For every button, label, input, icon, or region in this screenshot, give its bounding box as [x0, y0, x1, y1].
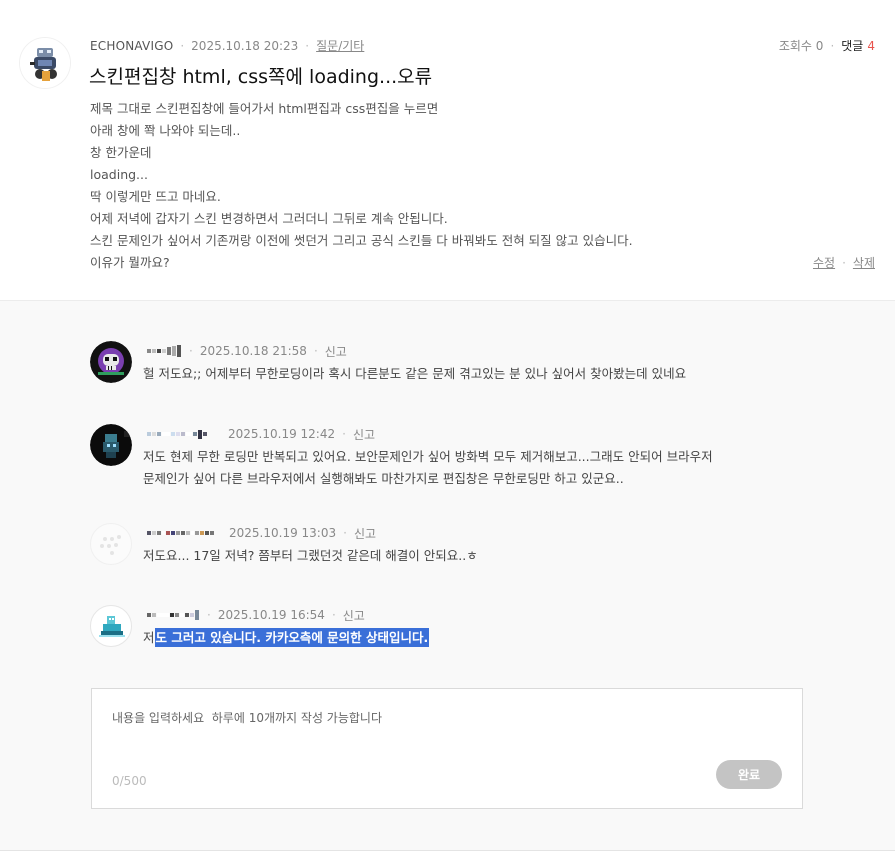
comment-meta: 2025.10.19 13:03 · 신고: [147, 525, 376, 541]
comments-label: 댓글: [841, 39, 864, 53]
comment-meta: · 2025.10.19 16:54 · 신고: [147, 607, 365, 623]
blurred-nickname[interactable]: [147, 526, 215, 540]
author-avatar[interactable]: [20, 38, 70, 88]
post-stats: 조회수 0 · 댓글 4: [778, 38, 875, 54]
delete-link[interactable]: 삭제: [853, 254, 875, 271]
commenter-avatar[interactable]: [90, 424, 132, 466]
char-counter: 0/500: [112, 774, 147, 788]
comment-line: 문제인가 싶어 다른 브라우저에서 실행해봐도 마찬가지로 편집창은 무한로딩만…: [143, 471, 624, 486]
comment-datetime: 2025.10.19 13:03: [229, 526, 337, 540]
post-body-line: 어제 저녁에 갑자기 스킨 변경하면서 그러더니 그뒤로 계속 안됩니다.: [90, 211, 448, 226]
commenter-avatar[interactable]: [90, 605, 132, 647]
character-avatar-icon: [90, 424, 132, 466]
commenter-avatar[interactable]: [90, 523, 132, 565]
report-link[interactable]: 신고: [325, 343, 347, 360]
comment-text: 저도 그러고 있습니다. 카카오측에 문의한 상태입니다.: [143, 627, 430, 649]
comments-section: · 2025.10.18 21:58 · 신고 헐 저도요;; 어제부터 무한로…: [0, 301, 895, 851]
report-link[interactable]: 신고: [353, 426, 375, 443]
post-body-line: 아래 창에 쫙 나와야 되는데..: [90, 123, 241, 138]
post-datetime: 2025.10.18 20:23: [191, 38, 299, 53]
post-body-line: 창 한가운데: [90, 145, 152, 160]
comment-editor: 0/500 완료: [91, 688, 803, 809]
comment-line: 저도 그러고 있습니다. 카카오측에 문의한 상태입니다.: [143, 627, 430, 649]
post-actions: 수정 · 삭제: [812, 254, 875, 271]
dotted-avatar-icon: [100, 535, 121, 555]
views-label: 조회수: [778, 39, 812, 53]
comment-meta: 2025.10.19 12:42 · 신고: [147, 426, 375, 442]
comment-text-selected: 도 그러고 있습니다. 카카오측에 문의한 상태입니다.: [154, 628, 430, 647]
blurred-nickname[interactable]: [147, 608, 200, 622]
edit-link[interactable]: 수정: [813, 254, 835, 271]
comment-line: 저도요... 17일 저녁? 쯤부터 그랬던것 같은데 해결이 안되요..ㅎ: [143, 548, 478, 563]
post-author[interactable]: ECHONAVIGO: [90, 39, 173, 53]
post-body: 제목 그대로 스킨편집창에 들어가서 html편집과 css편집을 누르면 아래…: [90, 98, 633, 274]
comment-meta: · 2025.10.18 21:58 · 신고: [147, 343, 347, 359]
post-body-line: loading...: [90, 167, 148, 182]
comment-text: 헐 저도요;; 어제부터 무한로딩이라 혹시 다른분도 같은 문제 겪고있는 분…: [143, 363, 686, 385]
post-section: ECHONAVIGO · 2025.10.18 20:23 · 질문/기타 조회…: [0, 0, 895, 301]
submit-button[interactable]: 완료: [716, 760, 782, 789]
robot-avatar-icon: [20, 38, 70, 88]
post-body-line: 딱 이렇게만 뜨고 마네요.: [90, 189, 221, 204]
report-link[interactable]: 신고: [354, 525, 376, 542]
views-count: 0: [815, 38, 824, 53]
comment-text: 저도 현제 무한 로딩만 반복되고 있어요. 보안문제인가 싶어 방화벽 모두 …: [143, 446, 713, 490]
comments-count: 4: [867, 38, 875, 53]
post-title: 스킨편집창 html, css쪽에 loading...오류: [89, 66, 433, 88]
comment-line: 헐 저도요;; 어제부터 무한로딩이라 혹시 다른분도 같은 문제 겪고있는 분…: [143, 366, 687, 381]
skull-avatar-icon: [90, 341, 132, 383]
blurred-nickname[interactable]: [147, 344, 182, 358]
boat-avatar-icon: [99, 616, 125, 637]
post-meta: ECHONAVIGO · 2025.10.18 20:23 · 질문/기타: [90, 37, 365, 54]
post-category-link[interactable]: 질문/기타: [316, 37, 364, 54]
post-body-line: 제목 그대로 스킨편집창에 들어가서 html편집과 css편집을 누르면: [90, 101, 439, 116]
post-body-line: 이유가 뭘까요?: [90, 255, 170, 270]
comment-text: 저도요... 17일 저녁? 쯤부터 그랬던것 같은데 해결이 안되요..ㅎ: [143, 545, 478, 567]
comment-datetime: 2025.10.18 21:58: [199, 344, 307, 358]
commenter-avatar[interactable]: [90, 341, 132, 383]
comment-line: 저도 현제 무한 로딩만 반복되고 있어요. 보안문제인가 싶어 방화벽 모두 …: [143, 449, 713, 464]
comment-input[interactable]: [112, 709, 782, 759]
comment-text-plain: 저: [143, 630, 155, 645]
post-body-line: 스킨 문제인가 싶어서 기존꺼랑 이전에 썻던거 그리고 공식 스킨들 다 바꿔…: [90, 233, 633, 248]
report-link[interactable]: 신고: [343, 607, 365, 624]
blurred-nickname[interactable]: [147, 427, 208, 441]
comment-datetime: 2025.10.19 12:42: [228, 427, 336, 441]
comment-datetime: 2025.10.19 16:54: [217, 608, 325, 622]
